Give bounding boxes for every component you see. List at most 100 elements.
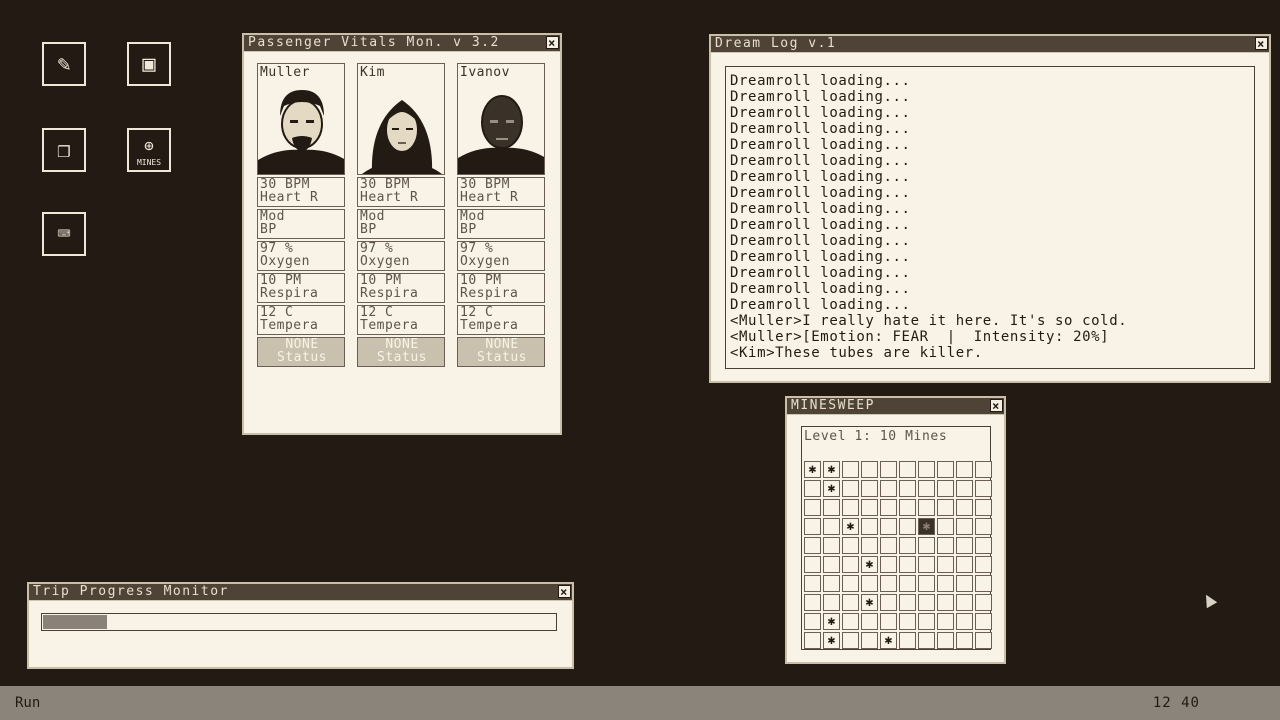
mine-tile[interactable] — [823, 537, 840, 554]
mine-tile[interactable] — [975, 594, 992, 611]
mine-tile[interactable] — [956, 632, 973, 649]
mine-tile[interactable]: ✱ — [861, 594, 878, 611]
mine-tile[interactable] — [842, 480, 859, 497]
mine-tile[interactable] — [880, 461, 897, 478]
mine-tile[interactable] — [918, 575, 935, 592]
mine-tile[interactable] — [861, 537, 878, 554]
mine-tile[interactable] — [956, 594, 973, 611]
mine-tile[interactable] — [956, 461, 973, 478]
mine-tile[interactable] — [880, 613, 897, 630]
mine-tile[interactable] — [918, 499, 935, 516]
mine-tile[interactable] — [804, 632, 821, 649]
mine-tile[interactable] — [804, 594, 821, 611]
mine-tile[interactable]: ✱ — [823, 613, 840, 630]
trip-close-button[interactable]: × — [558, 585, 571, 598]
mine-tile[interactable] — [861, 461, 878, 478]
mine-tile[interactable] — [937, 518, 954, 535]
mine-tile[interactable] — [899, 537, 916, 554]
mine-tile[interactable] — [956, 537, 973, 554]
mine-tile[interactable] — [975, 480, 992, 497]
mine-tile[interactable] — [842, 556, 859, 573]
mine-tile[interactable]: ✱ — [918, 518, 935, 535]
mine-tile[interactable] — [956, 518, 973, 535]
mine-tile[interactable] — [823, 556, 840, 573]
mine-tile[interactable] — [918, 594, 935, 611]
trip-titlebar[interactable]: Trip Progress Monitor × — [29, 584, 572, 601]
mine-tile[interactable] — [804, 556, 821, 573]
mine-tile[interactable] — [956, 613, 973, 630]
mine-tile[interactable] — [975, 499, 992, 516]
minesweep-close-button[interactable]: × — [990, 399, 1003, 412]
mine-tile[interactable] — [823, 594, 840, 611]
mine-tile[interactable] — [880, 480, 897, 497]
files-icon[interactable]: ▣ — [127, 42, 171, 86]
minesweep-titlebar[interactable]: MINESWEEP × — [787, 398, 1004, 415]
mine-tile[interactable] — [880, 499, 897, 516]
run-button[interactable]: Run — [15, 695, 40, 711]
mine-tile[interactable] — [823, 499, 840, 516]
mine-tile[interactable] — [899, 632, 916, 649]
mine-tile[interactable]: ✱ — [823, 480, 840, 497]
terminal-icon[interactable]: ⌨ — [42, 212, 86, 256]
mine-tile[interactable] — [918, 461, 935, 478]
mine-tile[interactable] — [804, 575, 821, 592]
mine-tile[interactable] — [842, 594, 859, 611]
mine-tile[interactable] — [975, 537, 992, 554]
mine-tile[interactable] — [975, 632, 992, 649]
mine-tile[interactable] — [956, 480, 973, 497]
mine-tile[interactable] — [842, 537, 859, 554]
dreamlog-titlebar[interactable]: Dream Log v.1 × — [711, 36, 1269, 53]
mine-tile[interactable] — [861, 632, 878, 649]
mine-tile[interactable] — [937, 632, 954, 649]
mine-tile[interactable] — [880, 575, 897, 592]
mine-tile[interactable] — [880, 518, 897, 535]
mine-tile[interactable]: ✱ — [842, 518, 859, 535]
mine-tile[interactable] — [918, 480, 935, 497]
mine-tile[interactable] — [804, 499, 821, 516]
mine-tile[interactable]: ✱ — [804, 461, 821, 478]
mine-tile[interactable] — [975, 518, 992, 535]
mine-tile[interactable] — [899, 461, 916, 478]
mine-tile[interactable] — [918, 537, 935, 554]
mine-tile[interactable] — [842, 613, 859, 630]
mine-tile[interactable] — [804, 518, 821, 535]
mine-tile[interactable] — [899, 518, 916, 535]
mine-tile[interactable] — [937, 613, 954, 630]
mine-tile[interactable] — [975, 575, 992, 592]
mine-tile[interactable] — [823, 575, 840, 592]
mine-tile[interactable] — [861, 575, 878, 592]
mine-tile[interactable] — [899, 594, 916, 611]
mine-tile[interactable] — [956, 575, 973, 592]
mine-tile[interactable] — [899, 575, 916, 592]
mine-tile[interactable] — [937, 480, 954, 497]
mines-icon[interactable]: ⊕ MINES — [127, 128, 171, 172]
mine-tile[interactable] — [937, 499, 954, 516]
mine-tile[interactable] — [937, 461, 954, 478]
diagnostics-icon[interactable]: ✎ — [42, 42, 86, 86]
dreamlog-text-area[interactable]: Dreamroll loading... Dreamroll loading...… — [725, 66, 1255, 369]
mine-tile[interactable] — [937, 594, 954, 611]
mine-tile[interactable] — [804, 480, 821, 497]
mine-tile[interactable] — [804, 613, 821, 630]
mine-tile[interactable] — [899, 480, 916, 497]
mine-tile[interactable] — [823, 518, 840, 535]
mine-tile[interactable] — [956, 556, 973, 573]
mine-tile[interactable] — [956, 499, 973, 516]
mine-tile[interactable] — [861, 480, 878, 497]
dreamlog-close-button[interactable]: × — [1255, 37, 1268, 50]
mine-tile[interactable] — [899, 613, 916, 630]
mine-tile[interactable] — [918, 556, 935, 573]
mine-tile[interactable] — [842, 461, 859, 478]
chat-icon[interactable]: ❐ — [42, 128, 86, 172]
mine-tile[interactable] — [842, 575, 859, 592]
mine-tile[interactable]: ✱ — [823, 461, 840, 478]
mine-tile[interactable] — [918, 613, 935, 630]
vitals-close-button[interactable]: × — [546, 36, 559, 49]
vitals-titlebar[interactable]: Passenger Vitals Mon. v 3.2 × — [244, 35, 560, 52]
mine-tile[interactable] — [975, 556, 992, 573]
mine-tile[interactable] — [975, 461, 992, 478]
mine-tile[interactable] — [975, 613, 992, 630]
mine-tile[interactable] — [937, 556, 954, 573]
mine-tile[interactable]: ✱ — [823, 632, 840, 649]
mine-tile[interactable] — [804, 537, 821, 554]
